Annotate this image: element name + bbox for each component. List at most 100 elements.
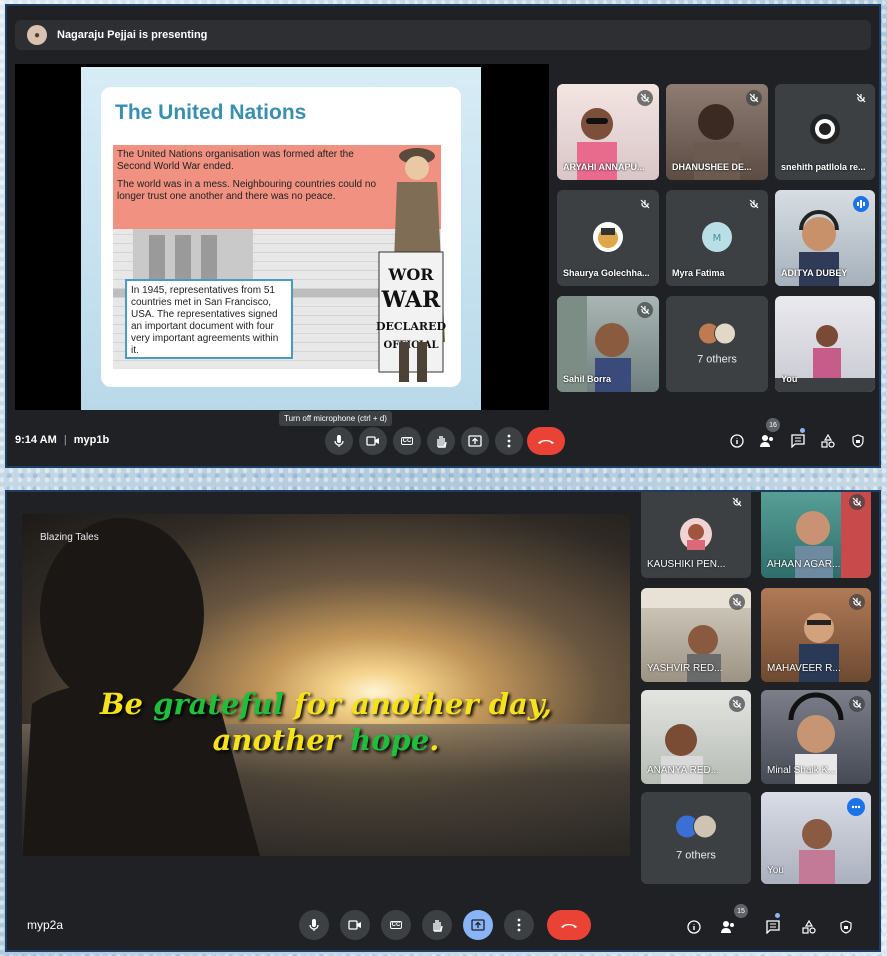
shield-lock-icon — [852, 434, 864, 448]
presentation-stage[interactable]: The United Nations The United Nations or… — [15, 64, 549, 410]
quote-word: for another day, — [293, 687, 552, 721]
others-group: 7 others — [666, 322, 768, 366]
participant-tile[interactable]: AHAAN AGAR... — [761, 492, 871, 578]
meeting-details-button[interactable] — [726, 430, 748, 452]
presenter-banner-text: Nagaraju Pejjai is presenting — [57, 29, 208, 41]
captions-button[interactable]: CC — [381, 910, 411, 940]
more-options-button[interactable] — [504, 910, 534, 940]
newsboy-illustration: WOR WAR DECLARED OFFICIAL — [373, 142, 453, 387]
participant-tile-active-speaker[interactable]: ADITYA DUBEY — [775, 190, 875, 286]
more-options-icon[interactable] — [847, 798, 865, 816]
self-view-tile[interactable]: You — [775, 296, 875, 392]
end-call-icon — [538, 440, 554, 444]
leave-call-button[interactable] — [527, 427, 565, 455]
participant-name: DHANUSHEE DE... — [672, 162, 752, 172]
leave-call-button[interactable] — [547, 910, 591, 940]
participant-avatar — [593, 222, 623, 252]
chat-button[interactable] — [787, 430, 809, 452]
self-view-tile[interactable]: You — [761, 792, 871, 884]
participant-tile[interactable]: ANANYA RED... — [641, 690, 751, 784]
raise-hand-button[interactable] — [422, 910, 452, 940]
svg-text:M: M — [713, 233, 722, 244]
present-icon — [471, 919, 485, 931]
people-button[interactable] — [717, 916, 739, 938]
mic-off-icon — [746, 196, 762, 212]
people-icon — [721, 921, 734, 933]
participant-name: KAUSHIKI PEN... — [647, 559, 726, 570]
slide-paragraph: The world was in a mess. Neighbouring co… — [117, 179, 377, 202]
chat-notification-dot — [800, 428, 805, 433]
mic-off-icon — [729, 696, 745, 712]
host-controls-button[interactable] — [835, 916, 857, 938]
stage-label: Blazing Tales — [40, 532, 99, 543]
quote-word: hope — [350, 723, 430, 757]
hand-icon — [437, 436, 447, 448]
camera-button[interactable] — [340, 910, 370, 940]
participant-name: Sahil Borra — [563, 374, 612, 384]
participant-name: Minal Shaik K... — [767, 765, 837, 776]
people-button[interactable] — [756, 430, 778, 452]
participant-name: AHAAN AGAR... — [767, 559, 841, 570]
participant-tile[interactable]: YASHVIR RED... — [641, 588, 751, 682]
svg-text:WAR: WAR — [381, 287, 441, 313]
chat-icon — [766, 920, 780, 934]
microphone-button[interactable] — [299, 910, 329, 940]
activities-button[interactable] — [817, 430, 839, 452]
quote-text: Be grateful for another day, another hop… — [22, 686, 630, 758]
presenter-banner: ● Nagaraju Pejjai is presenting — [15, 20, 871, 50]
others-tile[interactable]: 7 others — [641, 792, 751, 884]
participant-name: You — [781, 374, 798, 384]
slide-paragraph: The United Nations organisation was form… — [117, 149, 354, 172]
chat-button[interactable] — [762, 916, 784, 938]
microphone-button[interactable] — [325, 427, 353, 455]
participant-tile[interactable]: M Myra Fatima — [666, 190, 768, 286]
others-tile[interactable]: 7 others — [666, 296, 768, 392]
slide: The United Nations The United Nations or… — [81, 67, 481, 410]
host-controls-button[interactable] — [847, 430, 869, 452]
activities-button[interactable] — [798, 916, 820, 938]
people-icon — [760, 435, 773, 447]
participant-avatar: M — [702, 222, 732, 252]
video-stage[interactable]: Blazing Tales Be grateful for another da… — [22, 514, 630, 856]
meeting-details-button[interactable] — [683, 916, 705, 938]
participant-name: MAHAVEER R... — [767, 663, 841, 674]
quote-word: grateful — [153, 687, 294, 721]
present-button[interactable] — [463, 910, 493, 940]
present-button[interactable] — [461, 427, 489, 455]
participant-name: ARYAHI ANNAPU... — [563, 162, 645, 172]
people-count-badge: 16 — [766, 418, 780, 432]
participant-tile[interactable]: Sahil Borra — [557, 296, 659, 392]
participant-name: You — [767, 865, 784, 876]
hand-icon — [433, 920, 443, 932]
captions-icon: CC — [389, 921, 403, 929]
mic-off-icon — [849, 696, 865, 712]
slide-card: The United Nations The United Nations or… — [101, 87, 461, 387]
presenter-avatar: ● — [27, 25, 47, 45]
mic-off-icon — [853, 90, 869, 106]
camera-icon — [348, 920, 361, 930]
avatar — [714, 322, 736, 345]
participant-avatar — [680, 518, 712, 550]
tooltip: Turn off microphone (ctrl + d) — [279, 411, 392, 426]
participant-tile[interactable]: Minal Shaik K... — [761, 690, 871, 784]
svg-text:DECLARED: DECLARED — [376, 320, 446, 333]
participant-tile[interactable]: KAUSHIKI PEN... — [641, 492, 751, 578]
participant-name: Shaurya Golechha... — [563, 268, 650, 278]
participant-name: ADITYA DUBEY — [781, 268, 848, 278]
more-vert-icon — [517, 918, 521, 932]
svg-text:WOR: WOR — [387, 265, 434, 284]
more-options-button[interactable] — [495, 427, 523, 455]
quote-word: another — [212, 723, 351, 757]
camera-button[interactable] — [359, 427, 387, 455]
end-call-icon — [561, 924, 577, 928]
participant-tile[interactable]: MAHAVEER R... — [761, 588, 871, 682]
captions-button[interactable]: CC — [393, 427, 421, 455]
mic-off-icon — [849, 594, 865, 610]
participant-tile[interactable]: Shaurya Golechha... — [557, 190, 659, 286]
shield-lock-icon — [840, 920, 852, 934]
participant-tile[interactable]: ARYAHI ANNAPU... — [557, 84, 659, 180]
raise-hand-button[interactable] — [427, 427, 455, 455]
participant-tile[interactable]: snehith patllola re... — [775, 84, 875, 180]
participant-tile[interactable]: DHANUSHEE DE... — [666, 84, 768, 180]
info-icon — [687, 920, 701, 934]
